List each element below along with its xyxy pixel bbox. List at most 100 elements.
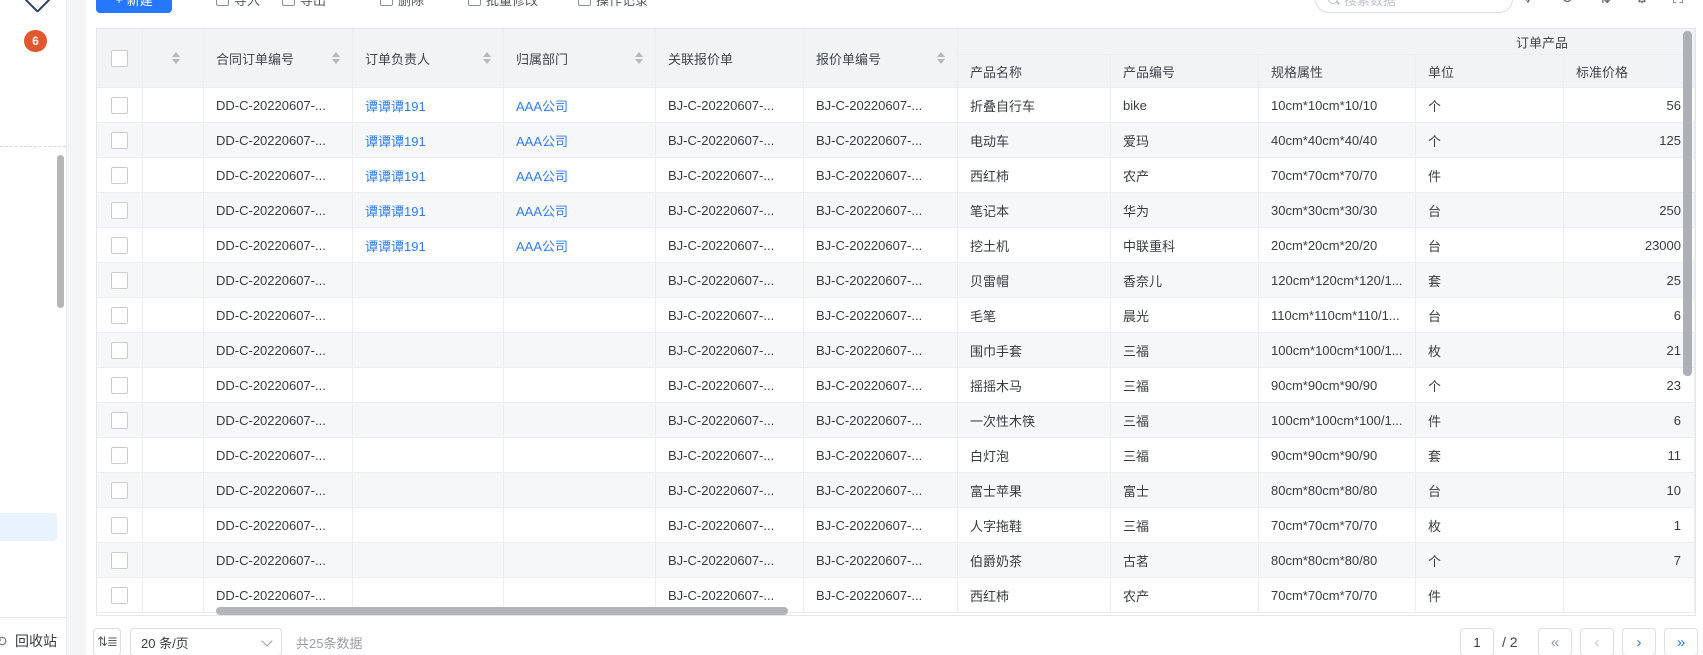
row-select-cell[interactable] — [97, 578, 143, 613]
row-checkbox[interactable] — [111, 167, 128, 184]
column-header-owner[interactable]: 订单负责人 — [353, 29, 504, 88]
spec-cell: 120cm*120cm*120/1... — [1259, 263, 1416, 298]
row-select-cell[interactable] — [97, 403, 143, 438]
row-select-cell[interactable] — [97, 123, 143, 158]
department-link[interactable]: AAA公司 — [516, 134, 568, 149]
column-header-price: 标准价格 — [1564, 55, 1695, 88]
owner-link[interactable]: 谭谭谭191 — [365, 134, 426, 149]
row-checkbox[interactable] — [111, 482, 128, 499]
row-checkbox[interactable] — [111, 377, 128, 394]
department-link[interactable]: AAA公司 — [516, 239, 568, 254]
batch-edit-button[interactable]: 批量修改 — [468, 0, 538, 13]
owner-cell — [353, 438, 504, 473]
horizontal-scrollbar[interactable] — [216, 607, 788, 615]
column-header-order-number[interactable]: 合同订单编号 — [204, 29, 353, 88]
new-button[interactable]: +新建 — [96, 0, 172, 13]
search-input[interactable]: 搜索数据 — [1315, 0, 1513, 13]
owner-link[interactable]: 谭谭谭191 — [365, 239, 426, 254]
department-link[interactable]: AAA公司 — [516, 99, 568, 114]
product-code-cell: 农产 — [1111, 578, 1259, 613]
row-select-cell[interactable] — [97, 228, 143, 263]
owner-cell: 谭谭谭191 — [353, 228, 504, 263]
owner-cell — [353, 508, 504, 543]
row-checkbox[interactable] — [111, 307, 128, 324]
row-checkbox[interactable] — [111, 517, 128, 534]
sidebar-gutter — [67, 0, 86, 655]
row-select-cell[interactable] — [97, 193, 143, 228]
table-row: DD-C-20220607-...BJ-C-20220607-...BJ-C-2… — [97, 263, 1695, 298]
batch-edit-icon — [468, 0, 481, 6]
export-button[interactable]: 导出 — [282, 0, 326, 13]
row-checkbox[interactable] — [111, 202, 128, 219]
owner-link[interactable]: 谭谭谭191 — [365, 99, 426, 114]
row-checkbox[interactable] — [111, 412, 128, 429]
row-select-cell[interactable] — [97, 368, 143, 403]
orders-table: 合同订单编号 订单负责人 归属部门 关联报价单 报价单编号 订单产品 — [96, 28, 1696, 616]
row-select-cell[interactable] — [97, 263, 143, 298]
sort-carets-icon[interactable] — [172, 52, 180, 64]
column-header-quote-number[interactable]: 报价单编号 — [804, 29, 958, 88]
recycle-bin-button[interactable]: ⟲ 回收站 — [0, 630, 90, 652]
select-all-header[interactable] — [97, 29, 143, 88]
vertical-scrollbar[interactable] — [1683, 31, 1692, 376]
prev-page-button[interactable]: ‹ — [1580, 628, 1614, 655]
product-name-cell: 电动车 — [958, 123, 1111, 158]
owner-link[interactable]: 谭谭谭191 — [365, 169, 426, 184]
row-select-cell[interactable] — [97, 438, 143, 473]
owner-cell: 谭谭谭191 — [353, 88, 504, 123]
sidebar-item-selected[interactable] — [0, 513, 57, 541]
department-cell: AAA公司 — [504, 228, 656, 263]
gear-icon[interactable]: ⚙ — [1632, 0, 1652, 13]
filter-icon[interactable]: ⧩ — [1518, 0, 1538, 13]
column-settings-icon[interactable]: ⇅ — [1595, 0, 1615, 13]
quote-number-cell: BJ-C-20220607-... — [804, 123, 958, 158]
row-select-cell[interactable] — [97, 298, 143, 333]
row-select-cell[interactable] — [97, 158, 143, 193]
sort-carets-icon[interactable] — [332, 52, 340, 64]
page-size-select[interactable]: 20 条/页 — [130, 628, 282, 655]
row-select-cell[interactable] — [97, 333, 143, 368]
row-checkbox[interactable] — [111, 97, 128, 114]
row-checkbox[interactable] — [111, 552, 128, 569]
row-checkbox[interactable] — [111, 587, 128, 604]
row-select-cell[interactable] — [97, 473, 143, 508]
row-select-cell[interactable] — [97, 543, 143, 578]
sort-carets-icon[interactable] — [937, 52, 945, 64]
department-cell — [504, 473, 656, 508]
row-checkbox[interactable] — [111, 272, 128, 289]
operation-log-button[interactable]: 操作记录 — [578, 0, 648, 13]
total-count-label: 共25条数据 — [296, 628, 362, 655]
row-sort-header[interactable] — [143, 29, 204, 88]
row-checkbox[interactable] — [111, 132, 128, 149]
column-header-department[interactable]: 归属部门 — [504, 29, 656, 88]
gem-icon[interactable] — [24, 0, 51, 13]
owner-link[interactable]: 谭谭谭191 — [365, 204, 426, 219]
department-link[interactable]: AAA公司 — [516, 204, 568, 219]
price-cell: 10 — [1564, 473, 1695, 508]
row-checkbox[interactable] — [111, 342, 128, 359]
delete-button[interactable]: 删除 — [380, 0, 424, 13]
department-link[interactable]: AAA公司 — [516, 169, 568, 184]
sidebar-scrollbar[interactable] — [57, 155, 64, 308]
row-select-cell[interactable] — [97, 508, 143, 543]
refresh-icon[interactable]: ↻ — [1557, 0, 1577, 13]
spec-cell: 20cm*20cm*20/20 — [1259, 228, 1416, 263]
sort-carets-icon[interactable] — [635, 52, 643, 64]
first-page-button[interactable]: « — [1538, 628, 1572, 655]
fullscreen-icon[interactable]: ⛶ — [1668, 0, 1688, 13]
row-select-cell[interactable] — [97, 88, 143, 123]
sort-carets-icon[interactable] — [483, 52, 491, 64]
related-quote-cell: BJ-C-20220607-... — [656, 193, 804, 228]
chevron-down-icon — [261, 635, 272, 646]
last-page-button[interactable]: » — [1664, 628, 1698, 655]
unit-cell: 件 — [1416, 403, 1564, 438]
import-button[interactable]: 导入 — [216, 0, 260, 13]
row-checkbox[interactable] — [111, 447, 128, 464]
current-page-input[interactable]: 1 — [1460, 628, 1494, 655]
next-page-button[interactable]: › — [1622, 628, 1656, 655]
row-checkbox[interactable] — [111, 237, 128, 254]
department-cell: AAA公司 — [504, 158, 656, 193]
product-code-cell: 三福 — [1111, 368, 1259, 403]
row-density-button[interactable]: ⇅≣ — [93, 628, 121, 655]
select-all-checkbox[interactable] — [111, 50, 128, 67]
